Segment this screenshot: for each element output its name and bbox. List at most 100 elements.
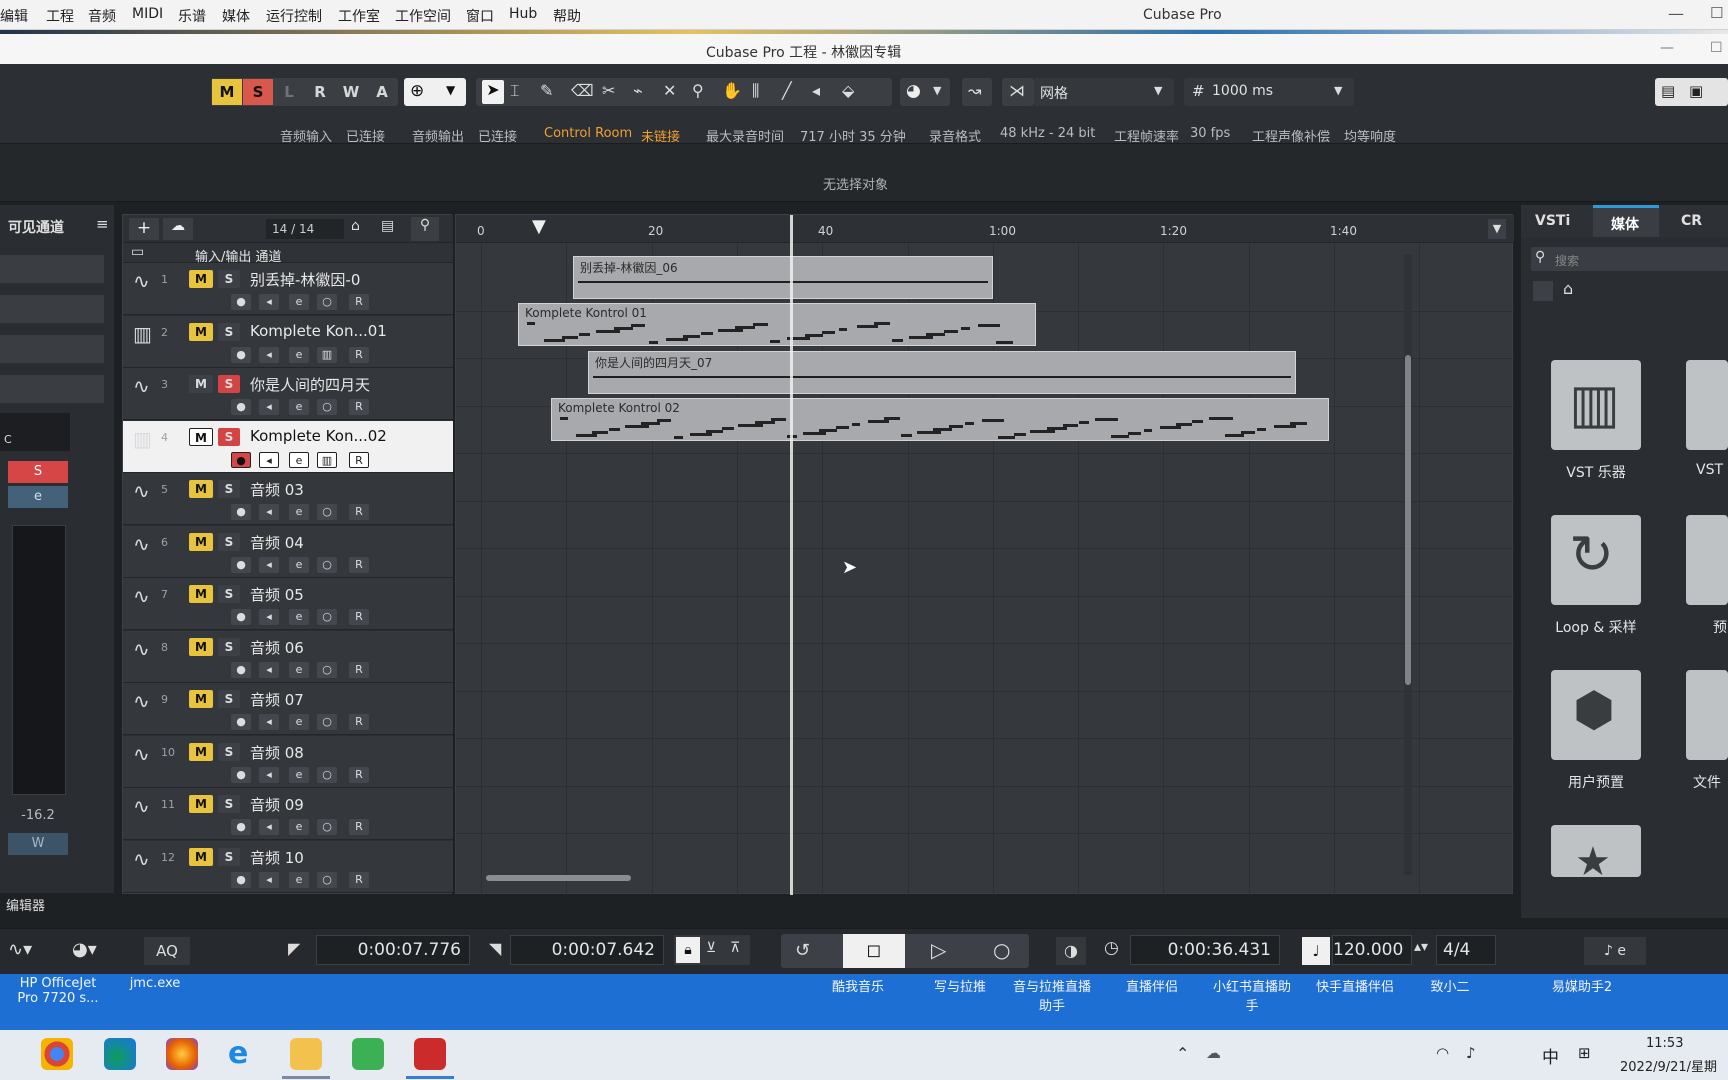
track-row[interactable]: ∿ 6 M S 音频 04 ● ◂ e ○ R [123,525,453,578]
track-name[interactable]: 你是人间的四月天 [250,374,370,395]
track-solo-button[interactable]: S [218,585,240,603]
snap-toggle-button[interactable]: ⋊ [1002,78,1034,106]
list-icon[interactable]: ▤ [381,218,394,234]
mute-all-button[interactable]: M [212,79,242,105]
tray-chevron-icon[interactable]: ⌃ [1176,1044,1189,1063]
monitor-button[interactable]: ◂ [259,661,279,678]
quantize-dropdown[interactable]: # 1000 ms ▼ [1184,78,1354,106]
maximize-icon[interactable]: ☐ [1710,4,1723,22]
track-mute-button[interactable]: M [189,427,213,446]
tempo-value[interactable]: 120.000 [1332,935,1412,965]
write-button[interactable]: W [336,79,366,105]
primary-time-display[interactable]: 0:00:36.431 [1130,935,1280,965]
automation-button[interactable]: A [367,79,397,105]
audio-event-2[interactable]: 你是人间的四月天_07 [588,351,1296,394]
glue-tool-icon[interactable]: ⌁ [633,81,643,100]
track-name[interactable]: 别丢掉-林徽因-0 [250,269,360,290]
track-row[interactable]: ∿ 1 M S 别丢掉-林徽因-0 ● ◂ e ○ R [123,263,453,315]
monitor-button[interactable]: ◂ [259,399,279,415]
edit-channel-button[interactable]: e [289,871,309,888]
horizontal-scroll-thumb[interactable] [486,875,631,881]
track-solo-button[interactable]: S [218,480,240,498]
wifi-icon[interactable]: ◠ [1436,1044,1449,1062]
read-automation-button[interactable]: ○ [317,504,337,520]
read-button[interactable]: R [349,766,369,783]
monitor-button[interactable]: ◂ [259,871,279,888]
track-solo-button[interactable]: S [218,847,240,866]
track-name[interactable]: 音频 06 [250,637,304,658]
menu-hub[interactable]: Hub [509,6,537,22]
punch-in-icon[interactable]: ⊻ [706,940,716,956]
read-automation-button[interactable]: ○ [317,294,337,310]
read-button[interactable]: R [349,504,369,520]
punch-out-icon[interactable]: ⊼ [730,940,740,956]
clock-time[interactable]: 11:53 [1646,1036,1683,1051]
menu-audio[interactable]: 音频 [88,6,116,26]
track-mute-button[interactable]: M [189,742,213,761]
read-button[interactable]: R [349,661,369,678]
read-automation-button[interactable]: ○ [317,399,337,415]
chrome-icon[interactable] [41,1038,73,1070]
menu-help[interactable]: 帮助 [553,6,581,26]
cycle-icon[interactable]: ↺ [795,940,810,961]
insert-field[interactable] [0,375,104,403]
menu-media[interactable]: 媒体 [222,6,250,26]
record-enable-button[interactable]: ● [231,294,251,310]
record-enable-button[interactable]: ● [231,766,251,783]
hand-tool-icon[interactable]: ✋ [722,81,742,100]
track-mute-button[interactable]: M [189,322,213,341]
color-selector[interactable]: ◕ ▼ [900,78,950,106]
split-tool-icon[interactable]: ✂ [602,81,615,100]
track-solo-button[interactable]: S [218,742,240,761]
monitor-button[interactable]: ◂ [259,346,279,363]
draw-tool-icon[interactable]: ✎ [540,81,553,100]
monitor-button[interactable]: ◂ [259,609,279,625]
menu-midi[interactable]: MIDI [132,6,163,22]
clock-date[interactable]: 2022/9/21/星期 [1620,1056,1717,1075]
track-name[interactable]: Komplete Kon...02 [250,427,387,445]
track-mute-button[interactable]: M [189,690,213,708]
track-solo-button[interactable]: S [218,427,240,446]
object-select-tool-icon[interactable]: ➤ [482,80,504,104]
read-button[interactable]: R [349,399,369,415]
input-routing-field[interactable] [0,255,104,283]
ime-icon[interactable]: ⊞ [1578,1044,1591,1062]
midi-part-2[interactable]: Komplete Kontrol 02 [551,398,1329,441]
record-enable-button[interactable]: ● [231,661,251,678]
file-explorer-icon[interactable] [290,1038,322,1070]
monitor-button[interactable]: ◂ [259,714,279,730]
media-search-input[interactable]: ⚲ 搜索 [1531,247,1728,271]
track-row[interactable]: ∿ 12 M S 音频 10 ● ◂ e ○ R [123,840,453,893]
tempo-track-icon[interactable]: ♩ [1302,937,1330,965]
track-name[interactable]: 音频 04 [250,532,304,553]
home-icon[interactable]: ⌂ [1563,279,1573,298]
read-automation-button[interactable]: ○ [317,871,337,888]
audio-event-1[interactable]: 别丢掉-林徽因_06 [573,256,993,299]
cloud-icon[interactable]: ☁ [163,218,193,240]
scroll-thumb[interactable] [1405,355,1411,685]
left-locator-time[interactable]: 0:00:07.776 [316,935,470,965]
record-enable-button[interactable]: ● [231,714,251,730]
zoom-tool-icon[interactable]: ⚲ [692,81,704,100]
track-mute-button[interactable]: M [189,637,213,656]
track-mute-button[interactable]: M [189,585,213,603]
right-locator-time[interactable]: 0:00:07.642 [510,935,664,965]
edit-channel-button[interactable]: e [289,294,309,310]
read-automation-button[interactable]: ○ [317,661,337,678]
edit-channel-button[interactable]: e [289,609,309,625]
control-room-label[interactable]: Control Room [544,126,632,141]
add-track-button[interactable]: + [129,218,159,240]
monitor-button[interactable]: ◂ [259,556,279,573]
track-mute-button[interactable]: M [189,480,213,498]
track-name[interactable]: 音频 09 [250,794,304,815]
window-minimize-icon[interactable]: — [1660,40,1674,56]
ie-icon[interactable]: e [228,1038,260,1070]
left-zone-icon[interactable]: ▤ [1661,82,1675,100]
project-cursor[interactable] [790,215,793,895]
snap-mode-selector[interactable]: ⊕ ▼ [404,78,466,106]
track-name[interactable]: 音频 05 [250,584,304,605]
read-automation-button[interactable]: ○ [317,556,337,573]
desktop-icon-label[interactable]: HP OfficeJet Pro 7720 s... [8,976,108,1006]
track-row[interactable]: ▥ 2 M S Komplete Kon...01 ● ◂ e ▥ R [123,315,453,368]
metronome-click-icon[interactable]: ◑ [1056,937,1086,965]
